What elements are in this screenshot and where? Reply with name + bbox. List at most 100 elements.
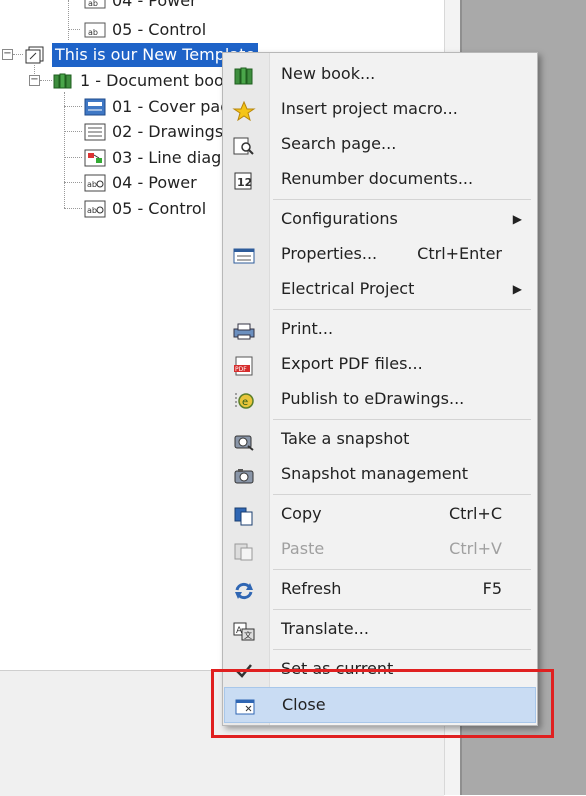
menu-item-label: Snapshot management xyxy=(281,464,469,483)
menu-item-snapshot-management[interactable]: Snapshot management xyxy=(224,457,534,491)
tree-item-label: 02 - Drawings xyxy=(112,121,224,141)
context-menu: New book... Insert project macro... Sear… xyxy=(222,52,538,726)
copy-icon xyxy=(232,504,256,526)
menu-item-label: Translate... xyxy=(281,619,369,638)
menu-item-copy[interactable]: Copy Ctrl+C xyxy=(224,497,534,531)
paste-icon xyxy=(232,539,256,561)
snapshot-icon xyxy=(232,429,256,451)
cover-page-icon xyxy=(84,98,106,116)
menu-item-refresh[interactable]: Refresh F5 xyxy=(224,572,534,606)
svg-text:ab: ab xyxy=(88,28,98,37)
menu-item-search-page[interactable]: Search page... xyxy=(224,127,534,161)
power-schematic-icon: ab xyxy=(84,174,106,192)
new-book-icon xyxy=(232,64,256,85)
star-icon xyxy=(232,99,256,122)
menu-item-label: New book... xyxy=(281,64,376,83)
project-icon xyxy=(24,46,46,64)
menu-item-print[interactable]: Print... xyxy=(224,312,534,346)
tree-item-label: 05 - Control xyxy=(112,19,207,39)
menu-item-shortcut: Ctrl+Enter xyxy=(417,244,502,263)
menu-item-label: Take a snapshot xyxy=(281,429,410,448)
menu-item-label: Export PDF files... xyxy=(281,354,423,373)
tree-guide-line xyxy=(40,80,52,81)
tree-guide-line xyxy=(64,157,82,158)
menu-item-label: Insert project macro... xyxy=(281,99,458,118)
properties-icon xyxy=(232,244,256,264)
menu-item-shortcut: Ctrl+C xyxy=(448,504,502,523)
tree-item-label: 01 - Cover page xyxy=(112,96,241,116)
tree-item-label: 05 - Control xyxy=(112,198,207,218)
menu-separator xyxy=(273,609,531,610)
menu-item-label: Publish to eDrawings... xyxy=(281,389,465,408)
menu-item-label: Print... xyxy=(281,319,334,338)
refresh-icon xyxy=(232,579,256,600)
menu-item-label: Electrical Project xyxy=(281,279,415,298)
tree-item-top-power[interactable]: ab 04 - Power xyxy=(84,0,197,12)
drawings-icon xyxy=(84,123,106,141)
power-schematic-icon: ab xyxy=(84,0,106,10)
menu-separator xyxy=(273,494,531,495)
menu-item-label: Copy xyxy=(281,504,322,523)
tree-guide-line xyxy=(68,0,69,40)
menu-item-label: Properties... xyxy=(281,244,378,263)
control-schematic-icon: ab xyxy=(84,21,106,39)
menu-item-label: Search page... xyxy=(281,134,397,153)
menu-item-paste[interactable]: Paste Ctrl+V xyxy=(224,532,534,566)
menu-separator xyxy=(273,199,531,200)
svg-text:ab: ab xyxy=(87,206,97,215)
tree-item-book[interactable]: 1 - Document book xyxy=(52,68,233,92)
edrawings-icon: e xyxy=(232,389,256,409)
translate-icon: A文 xyxy=(232,619,256,641)
menu-item-configurations[interactable]: Configurations ▶ xyxy=(224,202,534,236)
pdf-icon: PDF xyxy=(232,354,256,376)
tree-guide-line xyxy=(64,92,65,208)
menu-item-export-pdf[interactable]: PDF Export PDF files... xyxy=(224,347,534,381)
menu-item-take-snapshot[interactable]: Take a snapshot xyxy=(224,422,534,456)
menu-separator xyxy=(273,309,531,310)
menu-item-publish-edrawings[interactable]: e Publish to eDrawings... xyxy=(224,382,534,416)
tree-item-power[interactable]: ab 04 - Power xyxy=(84,170,197,194)
tree-guide-line xyxy=(68,29,80,30)
tree-item-drawings[interactable]: 02 - Drawings xyxy=(84,119,223,143)
menu-item-properties[interactable]: Properties... Ctrl+Enter xyxy=(224,237,534,271)
menu-item-renumber-documents[interactable]: 12 Renumber documents... xyxy=(224,162,534,196)
tree-guide-line xyxy=(64,182,82,183)
renumber-icon: 12 xyxy=(232,169,256,190)
menu-item-new-book[interactable]: New book... xyxy=(224,57,534,91)
tree-item-top-control[interactable]: ab 05 - Control xyxy=(84,17,206,41)
tree-item-cover-page[interactable]: 01 - Cover page xyxy=(84,94,240,118)
book-collapse-toggle[interactable]: − xyxy=(29,75,40,86)
menu-item-shortcut: F5 xyxy=(482,579,502,598)
svg-text:ab: ab xyxy=(87,180,97,189)
tree-item-label: 1 - Document book xyxy=(80,70,234,90)
menu-separator xyxy=(273,649,531,650)
svg-text:PDF: PDF xyxy=(235,366,247,373)
project-collapse-toggle[interactable]: − xyxy=(2,49,13,60)
tree-guide-line xyxy=(64,106,82,107)
menu-separator xyxy=(273,569,531,570)
menu-item-label: Configurations xyxy=(281,209,398,228)
submenu-arrow-icon: ▶ xyxy=(512,282,522,296)
svg-text:ab: ab xyxy=(88,0,98,8)
annotation-highlight-box xyxy=(211,669,554,738)
snapshot-management-icon xyxy=(232,464,256,484)
tree-guide-line xyxy=(64,208,82,209)
line-diagram-icon xyxy=(84,149,106,167)
svg-text:文: 文 xyxy=(244,630,252,640)
menu-item-label: Refresh xyxy=(281,579,342,598)
menu-item-label: Paste xyxy=(281,539,325,558)
menu-item-electrical-project[interactable]: Electrical Project ▶ xyxy=(224,272,534,306)
tree-guide-line xyxy=(64,131,82,132)
menu-separator xyxy=(273,419,531,420)
menu-item-translate[interactable]: A文 Translate... xyxy=(224,612,534,646)
print-icon xyxy=(232,319,256,340)
tree-item-label: 04 - Power xyxy=(112,0,197,10)
svg-text:e: e xyxy=(242,397,248,408)
submenu-arrow-icon: ▶ xyxy=(512,212,522,226)
menu-item-insert-project-macro[interactable]: Insert project macro... xyxy=(224,92,534,126)
tree-guide-line xyxy=(13,54,23,55)
svg-text:12: 12 xyxy=(237,176,252,189)
book-icon xyxy=(52,72,74,90)
tree-item-control[interactable]: ab 05 - Control xyxy=(84,196,206,220)
tree-item-label: 04 - Power xyxy=(112,172,197,192)
